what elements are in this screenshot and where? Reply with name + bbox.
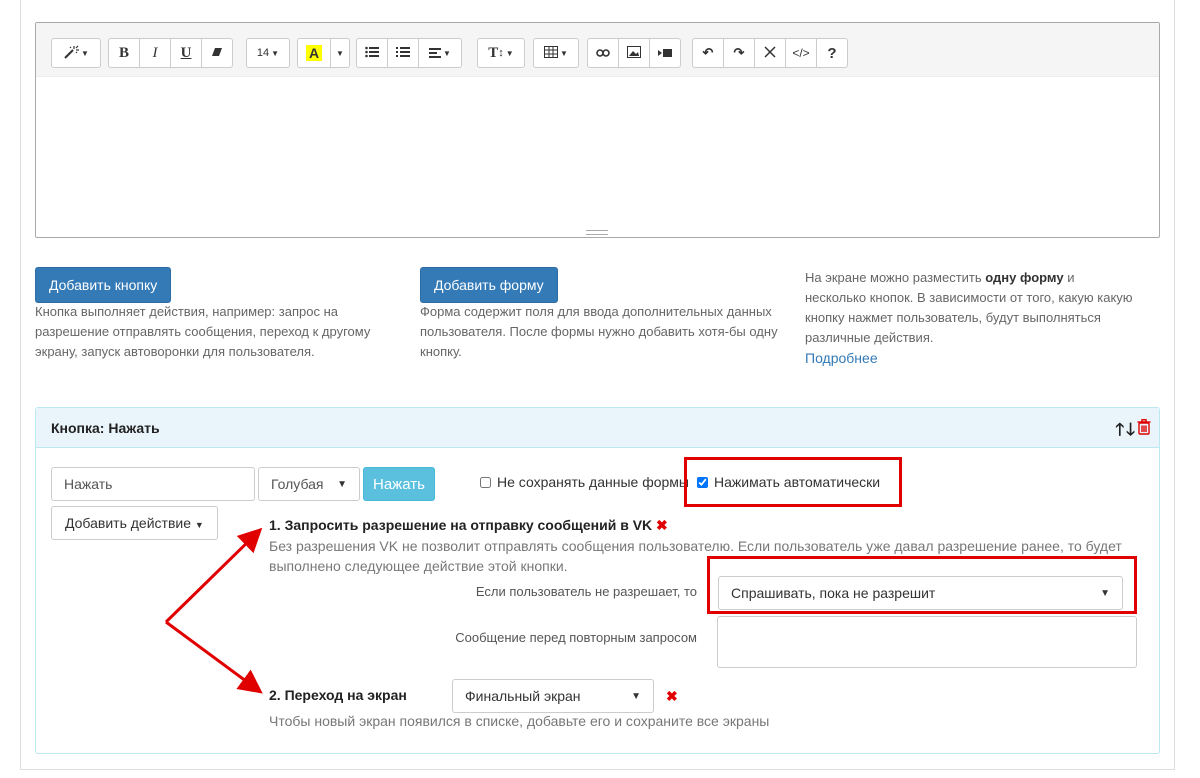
add-action-label: Добавить действие [65, 515, 191, 531]
text-height-icon: T [488, 44, 499, 61]
toolbar-group-format: B I U [108, 38, 233, 68]
video-icon [658, 46, 672, 61]
toolbar-group-textstyle: T ↕ ▼ [477, 38, 525, 68]
button-color-select[interactable]: Голубая ▼ [258, 467, 360, 501]
no-save-form-label: Не сохранять данные формы [497, 474, 689, 490]
if-denied-label: Если пользователь не разрешает, то [475, 584, 697, 599]
link-icon [596, 46, 610, 61]
more-info-link[interactable]: Подробнее [805, 350, 878, 366]
remove-step-1-icon[interactable]: ✖ [656, 517, 668, 533]
font-size-value: 14 [256, 47, 270, 59]
panel-heading: Кнопка: Нажать 🡑 🡓 [36, 408, 1159, 448]
bold-button[interactable]: B [108, 38, 140, 68]
underline-button[interactable]: U [170, 38, 202, 68]
remove-step-2-icon[interactable]: ✖ [666, 688, 678, 705]
step-2-hint: Чтобы новый экран появился в списке, доб… [269, 713, 770, 729]
toolbar-group-lists: ▼ [356, 38, 462, 68]
if-denied-value: Спрашивать, пока не разрешит [731, 585, 936, 601]
arrow-up-icon[interactable]: 🡑 [1115, 417, 1124, 446]
button-preview[interactable]: Нажать [363, 467, 435, 501]
toolbar-group-fontsize: 14 ▼ [246, 38, 290, 68]
editor-resize-handle[interactable] [586, 230, 608, 235]
auto-press-checkbox[interactable]: Нажимать автоматически [697, 474, 880, 490]
button-color-value: Голубая [271, 476, 324, 492]
align-icon [429, 46, 442, 61]
screen-info-text: На экране можно разместить одну форму и … [805, 268, 1135, 369]
eraser-icon [211, 46, 223, 61]
image-icon [627, 45, 641, 61]
undo-icon: ↶ [702, 45, 714, 60]
toolbar-group-color: A ▼ [297, 38, 350, 68]
target-screen-value: Финальный экран [465, 688, 581, 704]
align-dropdown[interactable]: ▼ [418, 38, 462, 68]
eraser-button[interactable] [201, 38, 233, 68]
fullscreen-icon [764, 45, 776, 61]
editor-content-area[interactable] [36, 77, 1159, 237]
font-color-button[interactable]: A [297, 38, 331, 68]
panel-title: Кнопка: Нажать [51, 420, 160, 436]
rich-text-editor: ▼ B I U 14 ▼ A ▼ ▼ T ↕ ▼ ▼ ↶ ↷ </> ? [35, 22, 1160, 238]
step-1-title: 1. Запросить разрешение на отправку сооб… [269, 517, 668, 534]
arrow-down-icon[interactable]: 🡓 [1126, 417, 1135, 446]
video-button[interactable] [649, 38, 681, 68]
select-arrow-icon: ▼ [631, 690, 641, 702]
auto-press-label: Нажимать автоматически [714, 474, 881, 490]
bullet-list-button[interactable] [356, 38, 388, 68]
style-button[interactable]: ▼ [51, 38, 101, 68]
step-2-title: 2. Переход на экран [269, 687, 407, 703]
undo-button[interactable]: ↶ [692, 38, 724, 68]
target-screen-select[interactable]: Финальный экран ▼ [452, 679, 654, 713]
add-action-dropdown[interactable]: Добавить действие ▼ [51, 506, 218, 540]
italic-button[interactable]: I [139, 38, 171, 68]
no-save-form-checkbox[interactable]: Не сохранять данные формы [480, 474, 689, 490]
auto-press-input[interactable] [697, 476, 708, 488]
info-text-bold: одну форму [985, 270, 1064, 285]
editor-toolbar: ▼ B I U 14 ▼ A ▼ ▼ T ↕ ▼ ▼ ↶ ↷ </> ? [36, 23, 1159, 77]
toolbar-group-insert [587, 38, 681, 68]
redo-icon: ↷ [733, 45, 745, 60]
step-1-title-text: 1. Запросить разрешение на отправку сооб… [269, 517, 653, 533]
if-denied-select[interactable]: Спрашивать, пока не разрешит ▼ [718, 576, 1123, 610]
link-button[interactable] [587, 38, 619, 68]
toolbar-group-history: ↶ ↷ </> ? [692, 38, 848, 68]
font-color-icon: A [305, 45, 323, 61]
add-button-description: Кнопка выполняет действия, например: зап… [35, 304, 371, 359]
select-arrow-icon: ▼ [337, 478, 347, 490]
numbered-list-button[interactable] [387, 38, 419, 68]
code-view-button[interactable]: </> [785, 38, 817, 68]
bullet-list-icon [365, 46, 379, 61]
reorder-controls: 🡑 🡓 [1115, 417, 1135, 446]
table-dropdown[interactable]: ▼ [533, 38, 579, 68]
button-text-value: Нажать [64, 476, 113, 492]
magic-wand-icon [63, 45, 80, 62]
numbered-list-icon [396, 46, 410, 61]
fullscreen-button[interactable] [754, 38, 786, 68]
select-arrow-icon: ▼ [1100, 587, 1110, 599]
add-button-button[interactable]: Добавить кнопку [35, 267, 172, 303]
help-button[interactable]: ? [816, 38, 848, 68]
retry-message-textarea[interactable] [717, 616, 1137, 668]
toolbar-group-style: ▼ [51, 38, 101, 68]
info-text-part1: На экране можно разместить [805, 270, 986, 285]
image-button[interactable] [618, 38, 650, 68]
toolbar-group-table: ▼ [533, 38, 579, 68]
table-icon [544, 45, 559, 61]
add-form-button[interactable]: Добавить форму [420, 267, 558, 303]
line-height-dropdown[interactable]: T ↕ ▼ [477, 38, 525, 68]
add-form-description: Форма содержит поля для ввода дополнител… [420, 304, 778, 359]
font-color-dropdown[interactable]: ▼ [330, 38, 350, 68]
retry-message-label: Сообщение перед повторным запросом [455, 630, 697, 645]
button-text-input[interactable]: Нажать [51, 467, 255, 501]
font-size-dropdown[interactable]: 14 ▼ [246, 38, 290, 68]
trash-icon[interactable] [1137, 418, 1151, 435]
redo-button[interactable]: ↷ [723, 38, 755, 68]
no-save-form-input[interactable] [480, 476, 491, 488]
